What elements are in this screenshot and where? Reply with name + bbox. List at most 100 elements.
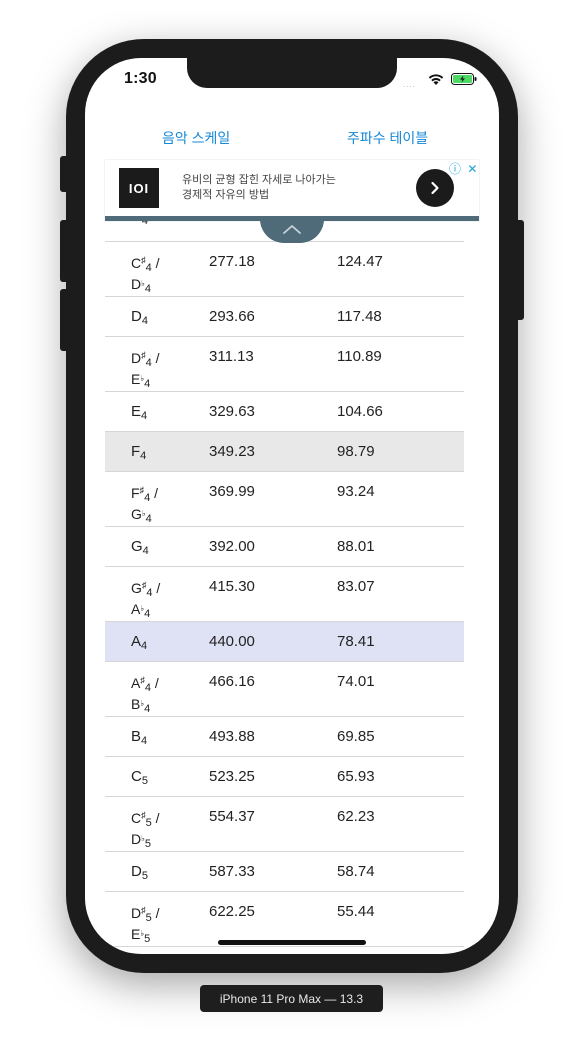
- note-letter: E: [131, 371, 141, 387]
- ad-line-1: 유비의 균형 잡힌 자세로 나아가는: [182, 174, 336, 186]
- wavelength-value: 65.93: [337, 768, 375, 785]
- power-button: [518, 220, 524, 320]
- note-letter: E: [131, 926, 141, 942]
- table-row[interactable]: F♯4 /G♭4 369.99 93.24: [105, 472, 464, 527]
- note-letter: B: [131, 696, 141, 712]
- table-row[interactable]: C♯5 /D♭5 554.37 62.23: [105, 797, 464, 852]
- flat-note: A♭4: [131, 601, 191, 622]
- wavelength-value: 104.66: [337, 403, 383, 420]
- note-octave: 4: [144, 378, 151, 390]
- separator: /: [150, 675, 159, 691]
- wavelength-value: 78.41: [337, 633, 375, 650]
- frequency-value: 622.25: [209, 903, 255, 920]
- separator: /: [150, 485, 158, 501]
- note-letter: F: [131, 443, 141, 460]
- sharp-note: D♯4 /: [131, 348, 191, 371]
- note-letter: A: [131, 675, 141, 691]
- frequency-value: 523.25: [209, 768, 255, 785]
- note-letter: E: [131, 403, 142, 420]
- note-name: D4: [131, 308, 148, 327]
- note-name: E4: [131, 403, 147, 422]
- note-letter: G: [131, 580, 142, 596]
- frequency-value: 466.16: [209, 673, 255, 690]
- note-octave: 4: [141, 410, 148, 422]
- signal-dots: ....: [403, 80, 416, 89]
- ad-banner[interactable]: IOI 유비의 균형 잡힌 자세로 나아가는 경제적 자유의 방법 ⓘ ✕: [105, 160, 479, 221]
- separator: /: [152, 580, 161, 596]
- wavelength-value: 117.48: [337, 308, 382, 325]
- table-row[interactable]: F4 349.23 98.79: [105, 432, 464, 472]
- note-name-enharmonic: D♯5 /E♭5: [131, 903, 191, 947]
- table-row[interactable]: D4 293.66 117.48: [105, 297, 464, 337]
- wavelength-value: 74.01: [337, 673, 375, 690]
- frequency-value: 277.18: [209, 253, 255, 270]
- note-name-enharmonic: F♯4 /G♭4: [131, 483, 191, 527]
- table-row[interactable]: G♯4 /A♭4 415.30 83.07: [105, 567, 464, 622]
- note-letter: G: [131, 538, 143, 555]
- wifi-icon: [428, 74, 444, 85]
- table-row[interactable]: C5 523.25 65.93: [105, 757, 464, 797]
- flat-note: G♭4: [131, 506, 191, 527]
- table-row[interactable]: A4 440.00 78.41: [105, 622, 464, 662]
- note-octave: 4: [141, 640, 148, 652]
- note-name-enharmonic: G♯4 /A♭4: [131, 578, 191, 622]
- note-name: B4: [131, 728, 147, 747]
- note-letter: C: [131, 768, 142, 785]
- flat-note: B♭4: [131, 696, 191, 717]
- flat-note: D♭5: [131, 831, 191, 852]
- table-row[interactable]: D♯5 /E♭5 622.25 55.44: [105, 892, 464, 947]
- note-letter: D: [131, 905, 142, 921]
- tab-frequency-table[interactable]: 주파수 테이블: [347, 128, 428, 148]
- note-octave: 5: [144, 838, 152, 850]
- ad-text[interactable]: 유비의 균형 잡힌 자세로 나아가는 경제적 자유의 방법: [182, 173, 336, 203]
- note-name: F4: [131, 443, 146, 462]
- table-row[interactable]: A♯4 /B♭4 466.16 74.01: [105, 662, 464, 717]
- table-row[interactable]: E4 329.63 104.66: [105, 392, 464, 432]
- table-row[interactable]: D♯4 /E♭4 311.13 110.89: [105, 337, 464, 392]
- note-octave: 4: [144, 608, 151, 620]
- note-letter: F: [131, 485, 140, 501]
- status-time: 1:30: [124, 70, 157, 87]
- phone-frame: 1:30 .... 음악 스케일 주파수 테이블 C4261.63131.87C…: [60, 39, 524, 973]
- info-icon[interactable]: ⓘ: [449, 162, 461, 176]
- tab-music-scale[interactable]: 음악 스케일: [162, 128, 230, 148]
- frequency-value: 392.00: [209, 538, 255, 555]
- table-row[interactable]: C♯4 /D♭4 277.18 124.47: [105, 242, 464, 297]
- wavelength-value: 62.23: [337, 808, 375, 825]
- wavelength-value: 98.79: [337, 443, 375, 460]
- table-row[interactable]: B4 493.88 69.85: [105, 717, 464, 757]
- sharp-note: D♯5 /: [131, 903, 191, 926]
- table-row[interactable]: D5 587.33 58.74: [105, 852, 464, 892]
- flat-note: D♭4: [131, 276, 191, 297]
- note-octave: 5: [141, 775, 148, 787]
- note-letter: B: [131, 728, 142, 745]
- wavelength-value: 83.07: [337, 578, 375, 595]
- ad-logo[interactable]: IOI: [119, 168, 159, 208]
- note-letter: D: [131, 276, 142, 292]
- frequency-table[interactable]: C4261.63131.87C♯4 /D♭4277.18124.47D4293.…: [105, 216, 464, 954]
- frequency-value: 440.00: [209, 633, 255, 650]
- wavelength-value: 93.24: [337, 483, 375, 500]
- close-icon[interactable]: ✕: [467, 162, 477, 176]
- note-letter: A: [131, 633, 142, 650]
- wavelength-value: 55.44: [337, 903, 375, 920]
- note-name: C5: [131, 768, 148, 787]
- frequency-value: 349.23: [209, 443, 255, 460]
- wavelength-value: 110.89: [337, 348, 382, 365]
- frequency-value: 369.99: [209, 483, 255, 500]
- note-octave: 4: [145, 513, 152, 525]
- home-indicator[interactable]: [218, 940, 366, 945]
- table-row[interactable]: G4 392.00 88.01: [105, 527, 464, 567]
- note-name-enharmonic: C♯4 /D♭4: [131, 253, 191, 297]
- battery-icon: [451, 73, 477, 85]
- frequency-value: 554.37: [209, 808, 255, 825]
- volume-up-button: [60, 220, 66, 282]
- sharp-note: F♯4 /: [131, 483, 191, 506]
- sharp-note: C♯4 /: [131, 253, 191, 276]
- separator: /: [151, 350, 160, 366]
- flat-note: E♭4: [131, 371, 191, 392]
- screen: 1:30 .... 음악 스케일 주파수 테이블 C4261.63131.87C…: [85, 58, 499, 954]
- note-octave: 4: [140, 450, 147, 462]
- note-name: G4: [131, 538, 149, 557]
- ad-choices[interactable]: ⓘ ✕: [449, 160, 479, 176]
